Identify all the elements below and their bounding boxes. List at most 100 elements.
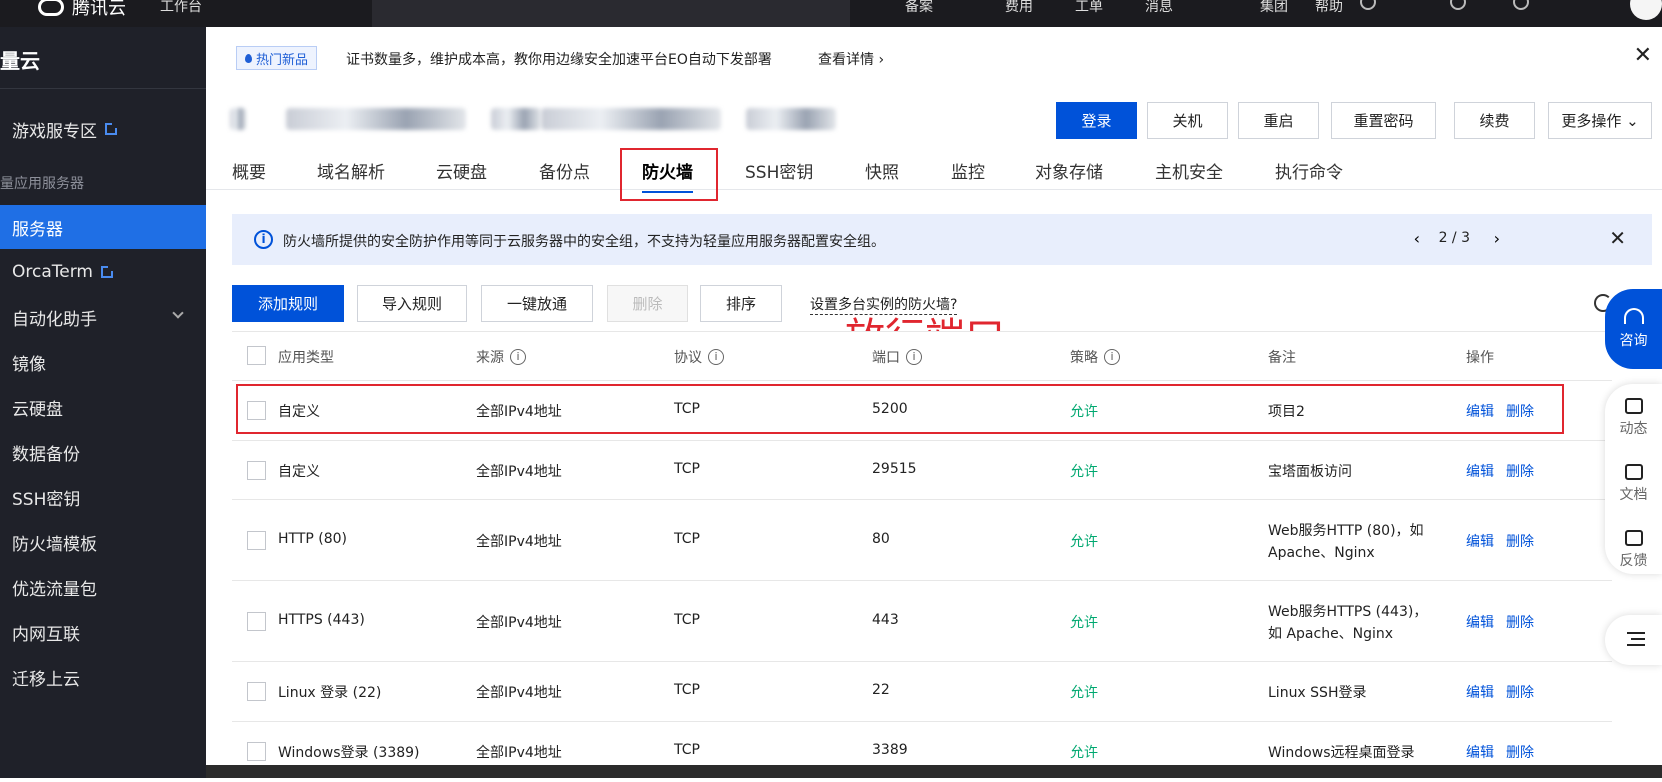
cell-port: 22	[872, 682, 890, 698]
mail-icon[interactable]	[1513, 0, 1529, 10]
sidebar-item-traffic-packages[interactable]: 优选流量包	[0, 565, 206, 609]
nav-item-help[interactable]: 帮助	[1315, 0, 1343, 16]
tab-disk[interactable]: 云硬盘	[436, 158, 487, 183]
floating-toolbar: 动态 文档 反馈	[1605, 384, 1662, 574]
tab-overview[interactable]: 概要	[232, 158, 266, 183]
edit-link[interactable]: 编辑	[1466, 531, 1494, 551]
cell-type: Windows登录 (3389)	[278, 745, 420, 761]
sidebar-item-backup[interactable]: 数据备份	[0, 430, 206, 474]
cell-source: 全部IPv4地址	[476, 615, 562, 631]
headset-icon	[1623, 308, 1644, 324]
row-checkbox[interactable]	[247, 461, 266, 480]
cell-remark: Windows远程桌面登录	[1268, 745, 1415, 761]
settings-icon[interactable]	[1450, 0, 1466, 10]
row-checkbox[interactable]	[247, 682, 266, 701]
delete-link[interactable]: 删除	[1506, 461, 1534, 481]
row-checkbox[interactable]	[247, 612, 266, 631]
sidebar-item-intranet[interactable]: 内网互联	[0, 610, 206, 654]
shutdown-button[interactable]: 关机	[1147, 102, 1228, 139]
renew-button[interactable]: 续费	[1454, 102, 1535, 139]
sidebar-item-servers[interactable]: 服务器	[0, 205, 206, 249]
help-icon[interactable]	[1360, 0, 1376, 10]
open-all-button[interactable]: 一键放通	[481, 285, 593, 322]
sidebar-item-firewall-templates[interactable]: 防火墙模板	[0, 520, 206, 564]
tab-host-security[interactable]: 主机安全	[1155, 158, 1223, 183]
nav-item-message[interactable]: 消息	[1145, 0, 1173, 16]
delete-link[interactable]: 删除	[1506, 742, 1534, 762]
cell-type: 自定义	[278, 464, 320, 480]
sidebar-item-label: 云硬盘	[12, 399, 63, 420]
login-button[interactable]: 登录	[1056, 102, 1137, 139]
header-actions: 操作	[1466, 347, 1494, 367]
close-icon[interactable]: ✕	[1634, 43, 1652, 68]
delete-button[interactable]: 删除	[607, 285, 688, 322]
annotation-highlight-row	[236, 384, 1564, 434]
global-search-input[interactable]	[372, 0, 850, 27]
select-all-checkbox[interactable]	[247, 346, 266, 365]
taskbar-left	[0, 765, 206, 778]
row-checkbox[interactable]	[247, 742, 266, 761]
docs-button[interactable]: 文档	[1605, 464, 1662, 504]
tab-run-command[interactable]: 执行命令	[1275, 158, 1343, 183]
console-link[interactable]: 工作台	[160, 0, 202, 16]
sidebar-item-ssh-keys[interactable]: SSH密钥	[0, 475, 206, 519]
sidebar-item-images[interactable]: 镜像	[0, 340, 206, 384]
cell-port: 443	[872, 612, 899, 628]
dynamic-button[interactable]: 动态	[1605, 398, 1662, 438]
chevron-right-icon[interactable]: ›	[1494, 229, 1500, 248]
close-icon[interactable]: ✕	[1609, 226, 1626, 250]
delete-link[interactable]: 删除	[1506, 612, 1534, 632]
table-row: HTTPS (443) 全部IPv4地址 TCP 443 允许 Web服务HTT…	[232, 581, 1612, 662]
delete-link[interactable]: 删除	[1506, 682, 1534, 702]
restart-button[interactable]: 重启	[1238, 102, 1319, 139]
tab-snapshot[interactable]: 快照	[865, 158, 899, 183]
row-checkbox[interactable]	[247, 531, 266, 550]
table-header: 应用类型 来源 i 协议 i 端口 i 策略 i 备注 操作	[232, 331, 1612, 381]
sort-button[interactable]: 排序	[700, 285, 782, 322]
brand-logo[interactable]: 腾讯云	[38, 0, 126, 20]
edit-link[interactable]: 编辑	[1466, 742, 1494, 762]
nav-item-group[interactable]: 集团	[1260, 0, 1288, 16]
avatar[interactable]	[1630, 0, 1662, 20]
notice-more-link[interactable]: 查看详情 ›	[818, 49, 884, 69]
docs-label: 文档	[1619, 487, 1648, 503]
edit-link[interactable]: 编辑	[1466, 461, 1494, 481]
consult-button[interactable]: 咨询	[1605, 289, 1662, 369]
sidebar-item-label: 内网互联	[12, 624, 80, 645]
info-circle-icon[interactable]: i	[510, 349, 526, 365]
cell-type: Linux 登录 (22)	[278, 685, 382, 701]
table-row: Linux 登录 (22) 全部IPv4地址 TCP 22 允许 Linux S…	[232, 662, 1612, 722]
add-rule-button[interactable]: 添加规则	[232, 285, 344, 322]
edit-link[interactable]: 编辑	[1466, 682, 1494, 702]
reset-password-button[interactable]: 重置密码	[1331, 102, 1436, 139]
import-rules-button[interactable]: 导入规则	[357, 285, 467, 322]
sidebar-item-game-zone[interactable]: 游戏服专区	[0, 107, 206, 151]
instance-ip-redacted	[541, 108, 721, 130]
instance-icon	[230, 108, 246, 130]
book-icon	[1624, 464, 1643, 480]
more-actions-button[interactable]: 更多操作 ⌄	[1548, 102, 1652, 139]
tab-backup[interactable]: 备份点	[539, 158, 590, 183]
nav-item-ticket[interactable]: 工单	[1075, 0, 1103, 16]
nav-item-filing[interactable]: 备案	[905, 0, 933, 16]
info-circle-icon[interactable]: i	[1104, 349, 1120, 365]
sidebar-item-disks[interactable]: 云硬盘	[0, 385, 206, 429]
info-circle-icon[interactable]: i	[906, 349, 922, 365]
sidebar: 量云 游戏服专区 量应用服务器 服务器 OrcaTerm 自动化助手 镜像 云硬…	[0, 27, 206, 778]
tab-monitor[interactable]: 监控	[951, 158, 985, 183]
tab-domain[interactable]: 域名解析	[317, 158, 385, 183]
outline-button[interactable]	[1605, 615, 1662, 665]
delete-link[interactable]: 删除	[1506, 531, 1534, 551]
sidebar-item-label: 防火墙模板	[12, 534, 97, 555]
sidebar-item-orcaterm[interactable]: OrcaTerm	[0, 250, 206, 294]
feedback-button[interactable]: 反馈	[1605, 530, 1662, 570]
sidebar-item-automation[interactable]: 自动化助手	[0, 295, 206, 339]
info-circle-icon[interactable]: i	[708, 349, 724, 365]
edit-link[interactable]: 编辑	[1466, 612, 1494, 632]
sidebar-item-label: 数据备份	[12, 444, 80, 465]
tab-ssh-key[interactable]: SSH密钥	[745, 158, 813, 183]
tab-object-storage[interactable]: 对象存储	[1035, 158, 1103, 183]
nav-item-billing[interactable]: 费用	[1005, 0, 1033, 16]
sidebar-item-migration[interactable]: 迁移上云	[0, 655, 206, 699]
chevron-left-icon[interactable]: ‹	[1414, 229, 1420, 248]
